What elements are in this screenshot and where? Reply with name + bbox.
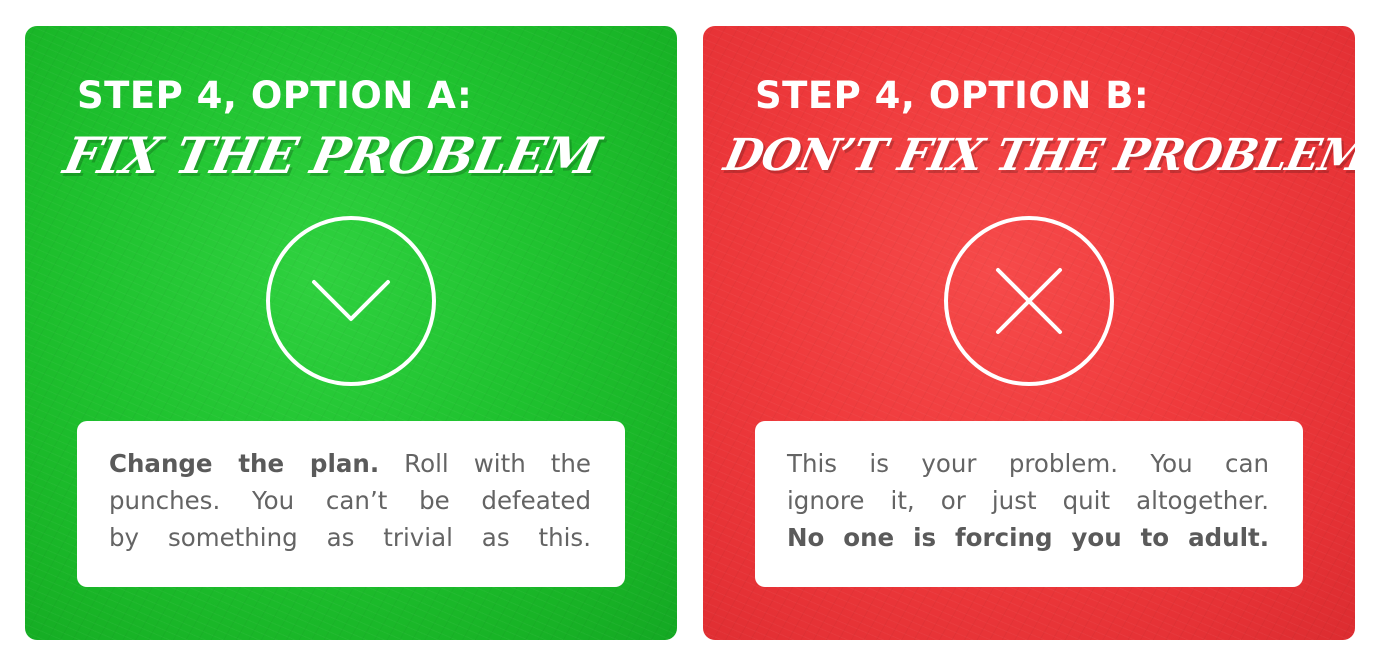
option-b-panel: STEP 4, OPTION B: Don’t Fix the Problem …	[703, 26, 1355, 640]
option-a-panel: STEP 4, OPTION A: Fix the Problem Change…	[25, 26, 677, 640]
option-a-message-line-1-rest: Roll with the	[379, 449, 591, 478]
option-a-message-line-2: punches. You can’t be defeated	[109, 486, 591, 515]
option-a-message: Change the plan. Roll with the punches. …	[77, 421, 625, 587]
option-b-script-title: Don’t Fix the Problem	[719, 130, 1355, 181]
option-b-message: This is your problem. You can ignore it,…	[755, 421, 1303, 587]
option-a-message-bold: Change the plan.	[109, 449, 380, 478]
option-b-message-bold: No one is forcing you to adult.	[787, 523, 1269, 552]
option-b-step-title: STEP 4, OPTION B:	[755, 74, 1150, 117]
option-b-message-line-2: ignore it, or just quit altogether.	[787, 486, 1269, 515]
option-b-message-line-1: This is your problem. You can	[787, 449, 1269, 478]
option-a-script-title: Fix the Problem	[58, 126, 606, 185]
option-a-message-line-3: by something as trivial as this.	[109, 523, 591, 552]
x-icon	[944, 216, 1114, 386]
check-icon	[266, 216, 436, 386]
option-a-step-title: STEP 4, OPTION A:	[77, 74, 473, 117]
option-a-message-line-1: Change the plan. Roll with the	[109, 445, 591, 482]
